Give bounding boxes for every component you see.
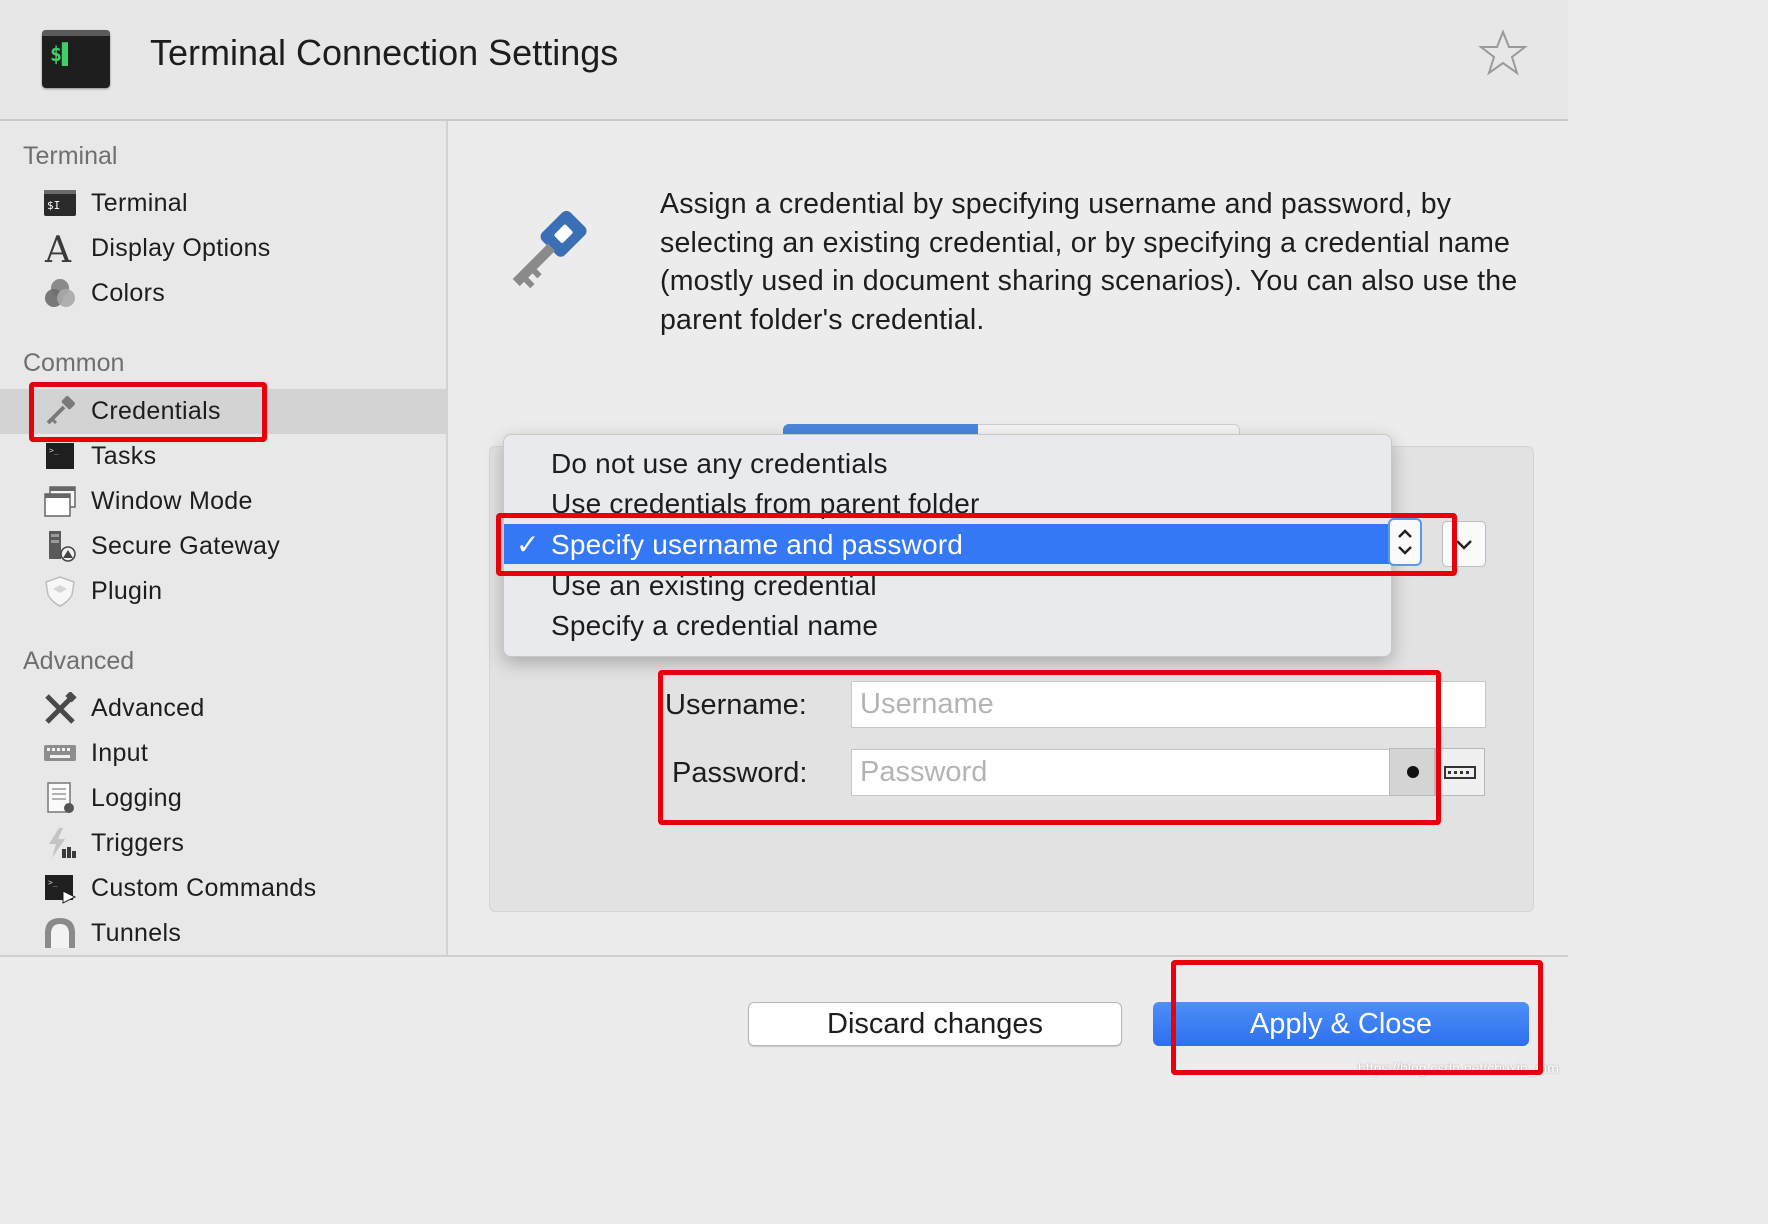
menu-option-label: Specify a credential name [551, 610, 879, 641]
apply-close-button[interactable]: Apply & Close [1153, 1002, 1529, 1046]
terminal-prompt-text: $▌ [50, 42, 75, 66]
credential-type-menu[interactable]: Do not use any credentials Use credentia… [503, 434, 1392, 657]
sidebar-item-label: Custom Commands [91, 874, 317, 902]
sidebar-item-label: Terminal [91, 189, 188, 217]
sidebar-item-input[interactable]: Input [0, 731, 446, 776]
username-label: Username: [665, 689, 807, 721]
password-dots-icon [1444, 766, 1476, 779]
window-mode-icon [44, 486, 76, 517]
menu-option-existing-credential[interactable]: Use an existing credential [504, 565, 1391, 605]
checkmark-icon: ✓ [516, 529, 540, 560]
logging-icon [47, 782, 74, 813]
sidebar-item-secure-gateway[interactable]: Secure Gateway [0, 524, 446, 569]
triggers-icon [49, 828, 76, 858]
menu-option-credential-name[interactable]: Specify a credential name [504, 605, 1391, 645]
popup-stepper[interactable] [1388, 518, 1422, 566]
credential-dropdown-button[interactable] [1442, 521, 1486, 567]
sidebar-item-logging[interactable]: Logging [0, 776, 446, 821]
sidebar-item-plugin[interactable]: Plugin [0, 569, 446, 614]
tools-icon [45, 692, 77, 724]
menu-option-parent-folder[interactable]: Use credentials from parent folder [504, 483, 1391, 523]
plugin-shield-icon [45, 576, 75, 607]
sidebar-item-credentials[interactable]: Credentials [0, 389, 446, 434]
sidebar-item-label: Input [91, 739, 149, 767]
svg-text:$I: $I [47, 199, 60, 212]
font-a-icon: A [44, 232, 72, 264]
menu-option-username-password[interactable]: ✓ Specify username and password [504, 524, 1391, 564]
password-label: Password: [672, 757, 808, 789]
sidebar-section-common: Common [23, 349, 125, 377]
sidebar-item-label: Secure Gateway [91, 532, 281, 560]
sidebar-item-terminal[interactable]: $I Terminal [0, 181, 446, 226]
sidebar-item-colors[interactable]: Colors [0, 271, 446, 316]
menu-option-label: Specify username and password [551, 529, 964, 560]
sidebar-item-label: Advanced [91, 694, 205, 722]
sidebar-section-advanced: Advanced [23, 647, 135, 675]
secure-gateway-icon [49, 531, 76, 562]
keyboard-icon [44, 745, 76, 761]
watermark-text: https://blog.csdn.net/chuxin_mm [1358, 1060, 1559, 1076]
sidebar-item-custom-commands[interactable]: >_ Custom Commands [0, 866, 446, 911]
sidebar-section-terminal: Terminal [23, 142, 118, 170]
terminal-icon: $I [44, 190, 76, 216]
sidebar-item-label: Colors [91, 279, 166, 307]
sidebar-item-tunnels[interactable]: Tunnels [0, 911, 446, 956]
sidebar-item-advanced[interactable]: Advanced [0, 686, 446, 731]
colors-icon [45, 279, 75, 307]
discard-changes-button[interactable]: Discard changes [748, 1002, 1122, 1046]
sidebar: Terminal $I Terminal A Display Options C… [0, 121, 448, 955]
menu-option-label: Use credentials from parent folder [551, 488, 980, 519]
updown-chevron-icon [1398, 529, 1412, 555]
sidebar-item-label: Logging [91, 784, 183, 812]
credential-description: Assign a credential by specifying userna… [660, 188, 1518, 336]
show-password-button[interactable] [1389, 748, 1435, 796]
credential-key-icon [512, 210, 587, 289]
sidebar-item-label: Window Mode [91, 487, 253, 515]
password-input[interactable] [851, 749, 1390, 796]
sidebar-item-label: Tasks [91, 442, 157, 470]
tasks-icon: >_ [46, 443, 74, 469]
menu-option-label: Do not use any credentials [551, 448, 888, 479]
sidebar-item-label: Tunnels [91, 919, 182, 947]
sidebar-item-label: Credentials [91, 397, 221, 425]
sidebar-item-window-mode[interactable]: Window Mode [0, 479, 446, 524]
window-title: Terminal Connection Settings [150, 32, 619, 73]
svg-text:A: A [44, 232, 72, 264]
svg-text:>_: >_ [48, 878, 58, 887]
chevron-down-icon [1456, 540, 1472, 550]
terminal-app-icon: $▌ [42, 30, 110, 88]
sidebar-item-display-options[interactable]: A Display Options [0, 226, 446, 271]
sidebar-item-label: Triggers [91, 829, 185, 857]
tunnels-icon [45, 918, 75, 948]
custom-commands-icon: >_ [45, 875, 77, 904]
sidebar-item-label: Plugin [91, 577, 163, 605]
password-options-button[interactable] [1435, 748, 1485, 796]
sidebar-item-label: Display Options [91, 234, 271, 262]
sidebar-item-triggers[interactable]: Triggers [0, 821, 446, 866]
username-input[interactable] [851, 681, 1486, 728]
menu-option-no-credentials[interactable]: Do not use any credentials [504, 443, 1391, 483]
sidebar-item-tasks[interactable]: >_ Tasks [0, 434, 446, 479]
key-icon [46, 396, 75, 425]
svg-text:>_: >_ [49, 446, 59, 455]
dot-icon [1407, 766, 1419, 778]
menu-option-label: Use an existing credential [551, 570, 877, 601]
favorite-star-icon[interactable] [1478, 28, 1528, 78]
